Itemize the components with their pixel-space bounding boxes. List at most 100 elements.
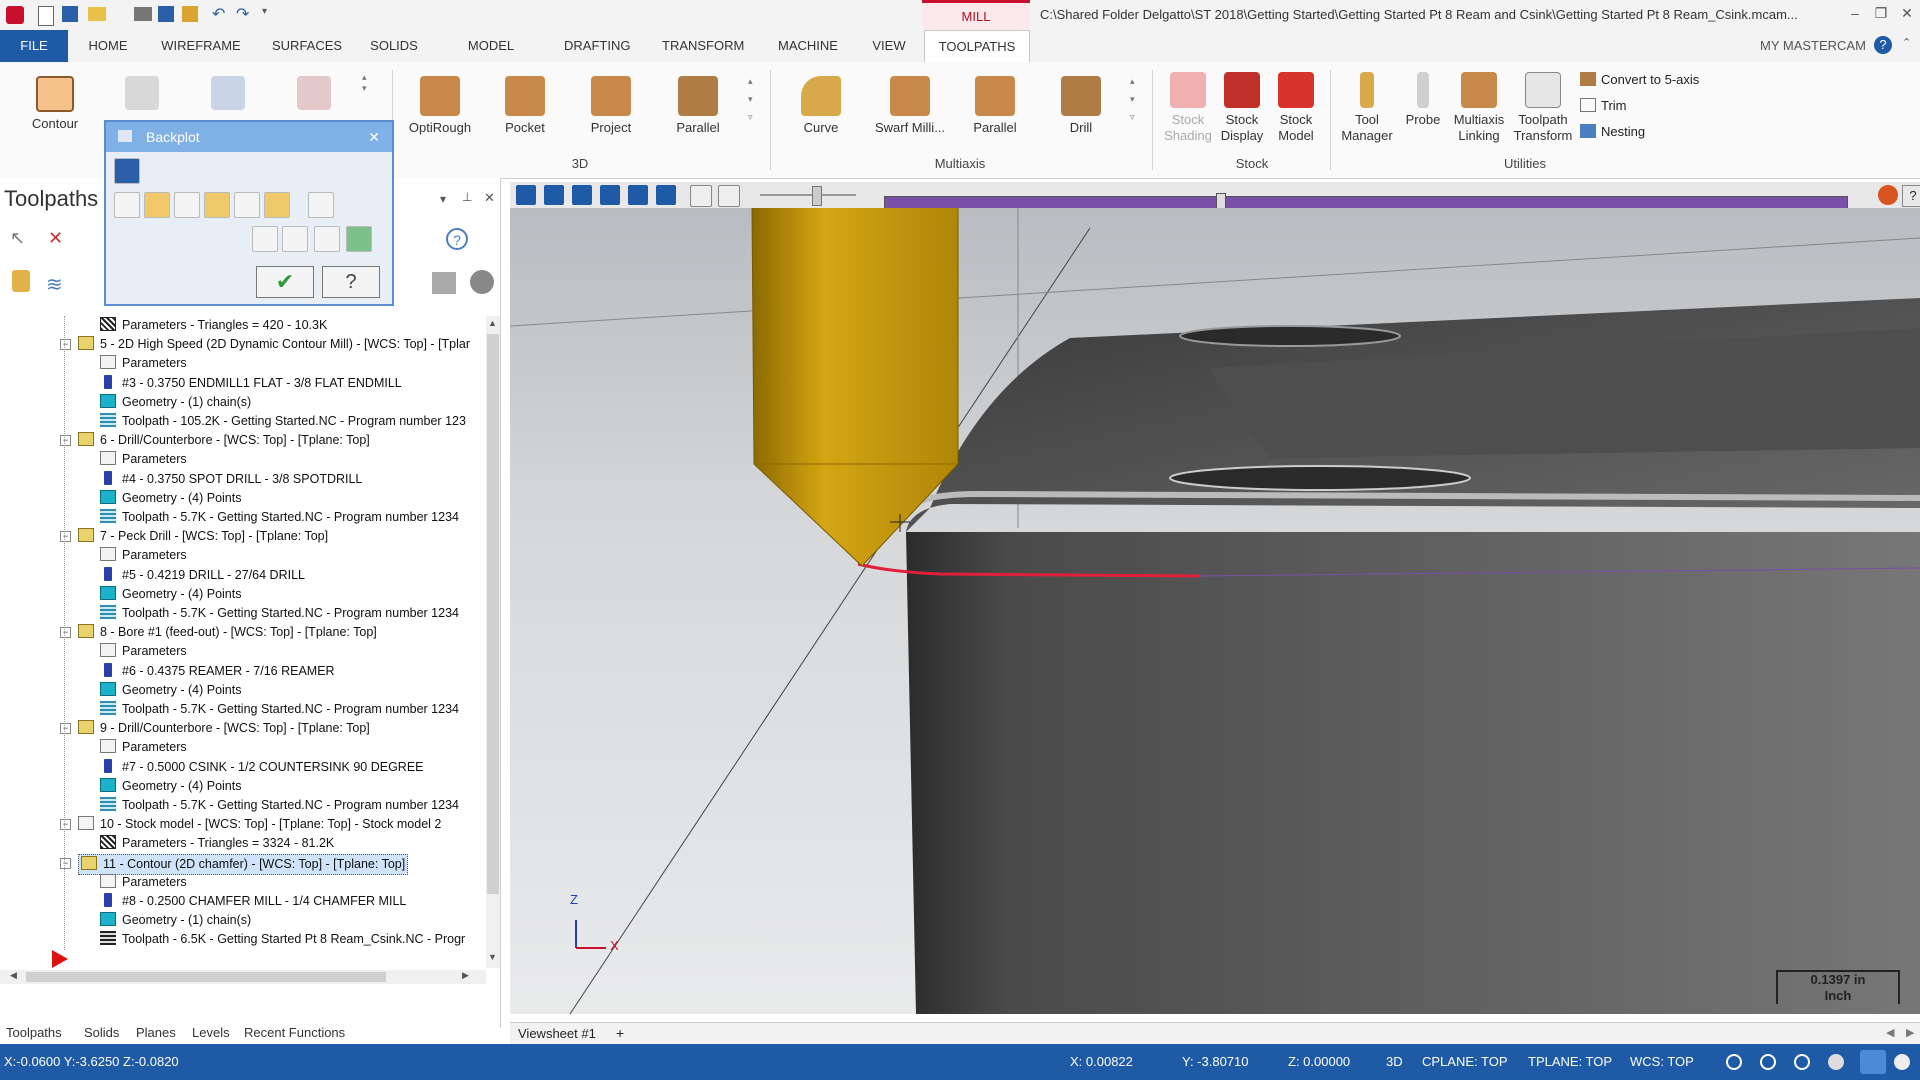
tree-operation-row[interactable]: 7 - Peck Drill - [WCS: Top] - [Tplane: T… (78, 527, 328, 546)
select-failed-icon[interactable] (282, 226, 308, 252)
status-y[interactable]: Y: -3.80710 (1182, 1054, 1249, 1069)
tree-item-row[interactable]: Parameters (100, 354, 187, 373)
tool-manager-button[interactable]: Tool Manager (1336, 72, 1398, 144)
tab-wireframe[interactable]: WIREFRAME (160, 30, 242, 62)
scroll-2d-gallery-icon[interactable]: ▴ ▾ (362, 72, 367, 94)
expand-dialog-icon[interactable] (114, 158, 140, 184)
tab-machine[interactable]: MACHINE (776, 30, 840, 62)
scroll-left-icon[interactable]: ◀ (10, 970, 17, 981)
qat-dropdown-icon[interactable]: ▾ (262, 6, 267, 17)
drill-multiaxis-button[interactable]: Drill (1050, 76, 1112, 135)
entity-display-icon[interactable] (234, 192, 260, 218)
tab-drafting[interactable]: DRAFTING (564, 30, 630, 62)
nesting-button[interactable]: Nesting (1580, 124, 1645, 139)
tree-item-row[interactable]: #4 - 0.3750 SPOT DRILL - 3/8 SPOTDRILL (100, 470, 362, 489)
wireframe-view-icon[interactable] (1794, 1054, 1810, 1070)
pocket-button[interactable]: Pocket (494, 76, 556, 135)
project-button[interactable]: Project (580, 76, 642, 135)
minimize-button[interactable]: – (1844, 5, 1866, 23)
tree-item-row[interactable]: Parameters (100, 642, 187, 661)
scroll-up-icon[interactable]: ▲ (488, 318, 497, 328)
step-back-icon[interactable] (600, 185, 620, 205)
speed-slider-track[interactable] (760, 194, 856, 196)
help-icon[interactable]: ? (1874, 36, 1892, 54)
info-icon[interactable] (308, 192, 334, 218)
tree-item-row[interactable]: Toolpath - 105.2K - Getting Started.NC -… (100, 412, 466, 431)
contour-button[interactable]: Contour (28, 76, 82, 131)
save-as-icon[interactable] (158, 6, 174, 22)
tree-item-row[interactable]: Toolpath - 5.7K - Getting Started.NC - P… (100, 796, 459, 815)
tab-model-prep[interactable]: MODEL PREP (450, 30, 532, 85)
insert-arrow-icon[interactable] (52, 950, 68, 968)
viewsheet-next-icon[interactable]: ▶ (1906, 1026, 1914, 1039)
track-mode-icon[interactable] (690, 185, 712, 207)
tab-surfaces[interactable]: SURFACES (272, 30, 342, 62)
tree-operation-row[interactable]: 9 - Drill/Counterbore - [WCS: Top] - [Tp… (78, 719, 370, 738)
scroll-thumb[interactable] (487, 334, 499, 894)
tree-item-row[interactable]: Geometry - (4) Points (100, 585, 241, 604)
view-globe-icon[interactable] (1760, 1054, 1776, 1070)
tab-levels-panel[interactable]: Levels (192, 1022, 230, 1044)
tool-display-icon[interactable] (144, 192, 170, 218)
account-label[interactable]: MY MASTERCAM (1760, 38, 1866, 53)
viewsheet-tab[interactable]: Viewsheet #1 (518, 1026, 596, 1041)
scroll-multiaxis-gallery-icon[interactable]: ▴ ▾ ▿ (1130, 72, 1135, 126)
tab-toolpaths[interactable]: TOOLPATHS (924, 30, 1030, 63)
stock-model-button[interactable]: Stock Model (1268, 72, 1324, 144)
status-mode[interactable]: 3D (1386, 1054, 1403, 1069)
tree-item-row[interactable]: Parameters (100, 546, 187, 565)
tree-item-row[interactable]: Toolpath - 6.5K - Getting Started Pt 8 R… (100, 930, 465, 949)
ok-button[interactable]: ✔ (256, 266, 314, 298)
tree-item-row[interactable]: #3 - 0.3750 ENDMILL1 FLAT - 3/8 FLAT END… (100, 374, 402, 393)
tree-item-row[interactable]: Toolpath - 5.7K - Getting Started.NC - P… (100, 604, 459, 623)
convert-5axis-button[interactable]: Convert to 5-axis (1580, 72, 1699, 87)
help-button[interactable]: ? (322, 266, 380, 298)
post-selected-icon[interactable] (432, 272, 456, 294)
collapse-toggle-icon[interactable]: − (60, 435, 71, 447)
backplot-close-icon[interactable]: ✕ (368, 122, 380, 152)
tree-item-row[interactable]: Geometry - (4) Points (100, 489, 241, 508)
lock-icon[interactable] (12, 270, 30, 292)
save-icon[interactable] (62, 6, 78, 22)
close-panel-icon[interactable]: ✕ (484, 190, 495, 206)
tree-item-row[interactable]: Toolpath - 5.7K - Getting Started.NC - P… (100, 508, 459, 527)
h-scroll-thumb[interactable] (26, 972, 386, 982)
tree-vertical-scrollbar[interactable]: ▲ ▼ (486, 316, 500, 968)
shaded-active-view-icon[interactable] (1860, 1050, 1886, 1074)
open-icon[interactable] (88, 7, 106, 21)
tree-operation-row[interactable]: 10 - Stock model - [WCS: Top] - [Tplane:… (78, 815, 441, 834)
tab-recent-functions-panel[interactable]: Recent Functions (244, 1022, 345, 1044)
collapse-ribbon-icon[interactable]: ⌃ (1902, 36, 1911, 49)
tab-file[interactable]: FILE (0, 30, 68, 62)
save-backplot-icon[interactable] (346, 226, 372, 252)
new-file-icon[interactable] (38, 6, 54, 26)
scroll-right-icon[interactable]: ▶ (462, 970, 469, 981)
play-icon[interactable] (516, 185, 536, 205)
screenshot-icon[interactable] (314, 226, 340, 252)
collapse-toggle-icon[interactable]: − (60, 819, 71, 831)
collapse-toggle-icon[interactable]: − (60, 339, 71, 351)
step-forward-end-icon[interactable] (656, 185, 676, 205)
multiaxis-linking-button[interactable]: Multiaxis Linking (1448, 72, 1510, 144)
tree-item-row[interactable]: Geometry - (1) chain(s) (100, 911, 251, 930)
globe-icon[interactable] (1726, 1054, 1742, 1070)
print-icon[interactable] (134, 7, 152, 21)
pocket-2d-button[interactable] (206, 76, 250, 114)
scroll-down-icon[interactable]: ▼ (488, 952, 497, 962)
tree-item-row[interactable]: Parameters - Triangles = 3324 - 81.2K (100, 834, 334, 853)
tab-solids-panel[interactable]: Solids (84, 1022, 119, 1044)
rapid-display-icon[interactable] (204, 192, 230, 218)
tree-item-row[interactable]: #7 - 0.5000 CSINK - 1/2 COUNTERSINK 90 D… (100, 758, 424, 777)
tab-home[interactable]: HOME (86, 30, 130, 62)
tree-operation-row[interactable]: 6 - Drill/Counterbore - [WCS: Top] - [Tp… (78, 431, 370, 450)
redo-icon[interactable]: ↷ (236, 4, 249, 24)
endpoint-display-icon[interactable] (264, 192, 290, 218)
tree-operation-row[interactable]: 11 - Contour (2D chamfer) - [WCS: Top] -… (78, 853, 409, 875)
select-all-icon[interactable]: ↖ (10, 228, 32, 250)
tree-item-row[interactable]: #5 - 0.4219 DRILL - 27/64 DRILL (100, 566, 305, 585)
dynamic-mill-button[interactable] (292, 76, 336, 114)
tree-operation-row[interactable]: 8 - Bore #1 (feed-out) - [WCS: Top] - [T… (78, 623, 377, 642)
holder-display-icon[interactable] (174, 192, 200, 218)
add-viewsheet-button[interactable]: + (616, 1025, 624, 1041)
translucency-icon[interactable] (1894, 1054, 1910, 1070)
